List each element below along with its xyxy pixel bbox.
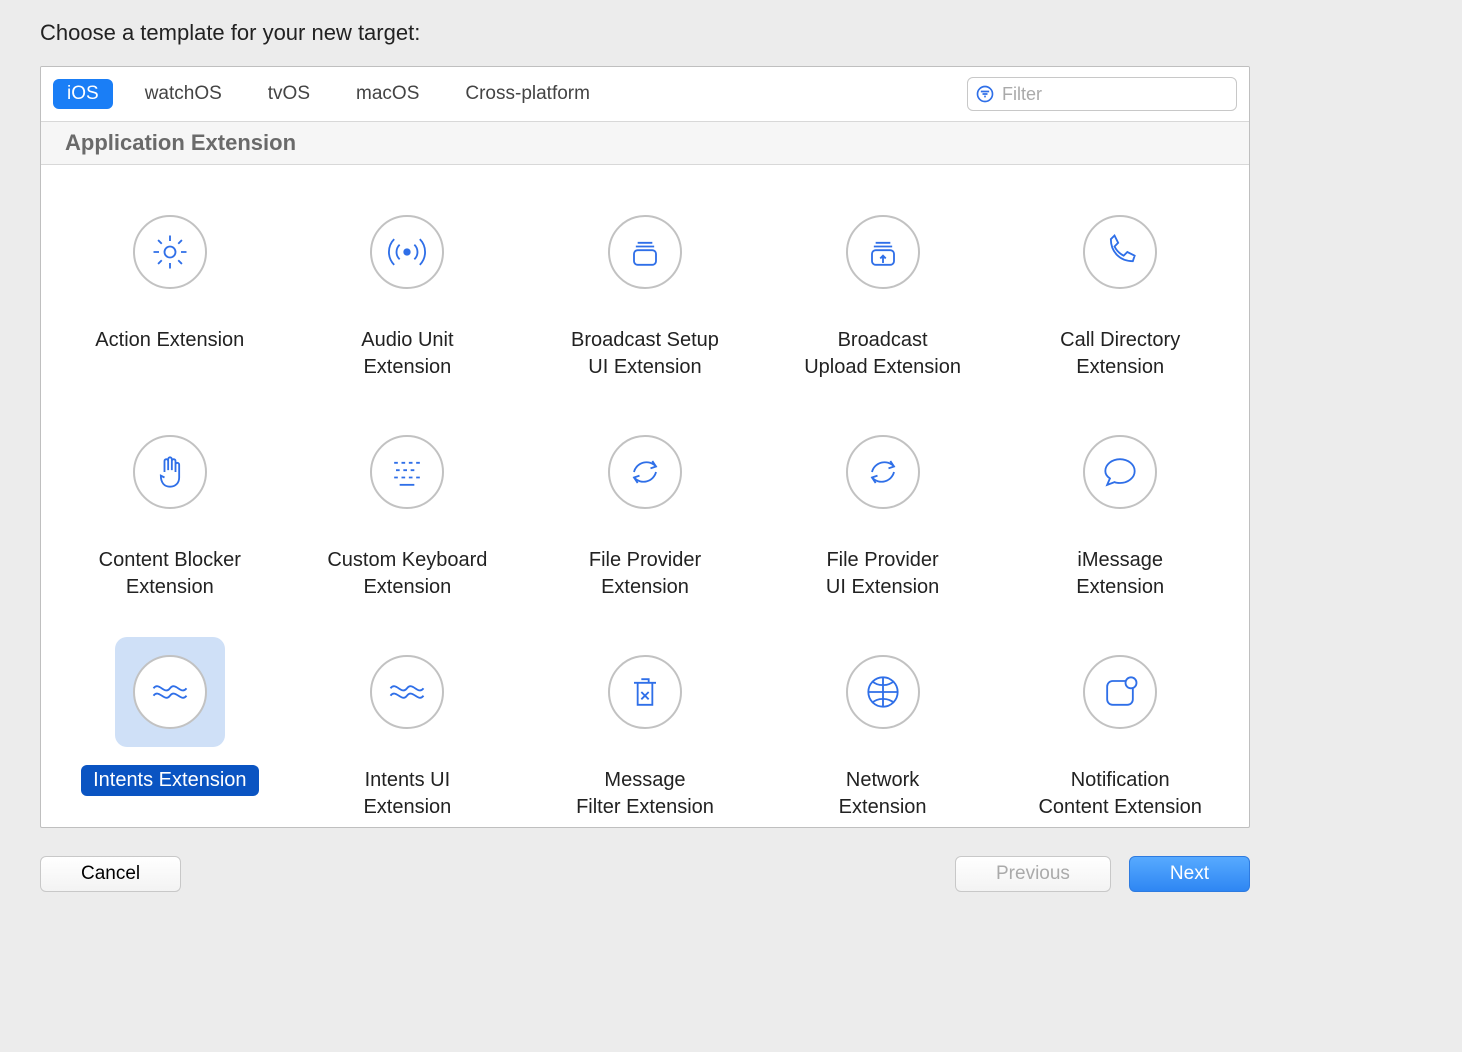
cycle-icon [828, 417, 938, 527]
filter-wrap [967, 77, 1237, 111]
template-label: iMessage Extension [1064, 545, 1176, 603]
template-label: Intents UI Extension [351, 765, 463, 823]
template-item[interactable]: Action Extension [51, 183, 289, 393]
template-label: File Provider Extension [577, 545, 713, 603]
template-item[interactable]: File Provider Extension [526, 403, 764, 613]
template-item[interactable]: Intents UI Extension [289, 623, 527, 825]
template-grid: Action Extension Audio Unit Extension Broa… [41, 165, 1249, 825]
platform-tabbar: iOS watchOS tvOS macOS Cross-platform [41, 67, 1249, 121]
template-item[interactable]: Intents Extension [51, 623, 289, 825]
cancel-button[interactable]: Cancel [40, 856, 181, 892]
template-item[interactable]: Broadcast Upload Extension [764, 183, 1002, 393]
globe-icon [828, 637, 938, 747]
template-item[interactable]: Message Filter Extension [526, 623, 764, 825]
keyboard-icon [352, 417, 462, 527]
template-label: Action Extension [83, 325, 256, 356]
tab-watchos[interactable]: watchOS [131, 79, 236, 109]
template-label: Custom Keyboard Extension [315, 545, 499, 603]
template-label: Content Blocker Extension [87, 545, 253, 603]
stack-icon [590, 197, 700, 307]
template-item[interactable]: Call Directory Extension [1001, 183, 1239, 393]
template-item[interactable]: Custom Keyboard Extension [289, 403, 527, 613]
next-button[interactable]: Next [1129, 856, 1250, 892]
gear-icon [115, 197, 225, 307]
tab-tvos[interactable]: tvOS [254, 79, 324, 109]
waves-icon [115, 637, 225, 747]
template-item[interactable]: File Provider UI Extension [764, 403, 1002, 613]
dialog-title: Choose a template for your new target: [40, 20, 1422, 46]
tab-macos[interactable]: macOS [342, 79, 433, 109]
template-label: Intents Extension [81, 765, 258, 796]
waves-icon [352, 637, 462, 747]
template-label: Broadcast Upload Extension [792, 325, 973, 383]
filter-icon [975, 84, 995, 104]
template-label: Call Directory Extension [1048, 325, 1192, 383]
template-label: Broadcast Setup UI Extension [559, 325, 731, 383]
speech-icon [1065, 417, 1175, 527]
template-item[interactable]: Network Extension [764, 623, 1002, 825]
template-item[interactable]: Audio Unit Extension [289, 183, 527, 393]
tab-ios[interactable]: iOS [53, 79, 113, 109]
previous-button[interactable]: Previous [955, 856, 1111, 892]
trash-icon [590, 637, 700, 747]
hand-icon [115, 417, 225, 527]
audio-icon [352, 197, 462, 307]
footer: Cancel Previous Next [40, 856, 1250, 892]
cycle-icon [590, 417, 700, 527]
template-item[interactable]: Content Blocker Extension [51, 403, 289, 613]
template-panel: iOS watchOS tvOS macOS Cross-platform Ap… [40, 66, 1250, 828]
template-label: Message Filter Extension [564, 765, 726, 823]
phone-icon [1065, 197, 1175, 307]
template-label: File Provider UI Extension [814, 545, 951, 603]
filter-input[interactable] [967, 77, 1237, 111]
template-item[interactable]: Broadcast Setup UI Extension [526, 183, 764, 393]
template-item[interactable]: iMessage Extension [1001, 403, 1239, 613]
template-label: Network Extension [827, 765, 939, 823]
section-header: Application Extension [41, 121, 1249, 165]
template-item[interactable]: Notification Content Extension [1001, 623, 1239, 825]
upload-stack-icon [828, 197, 938, 307]
template-label: Audio Unit Extension [349, 325, 465, 383]
tab-crossplatform[interactable]: Cross-platform [451, 79, 604, 109]
notif-icon [1065, 637, 1175, 747]
template-label: Notification Content Extension [1026, 765, 1213, 823]
